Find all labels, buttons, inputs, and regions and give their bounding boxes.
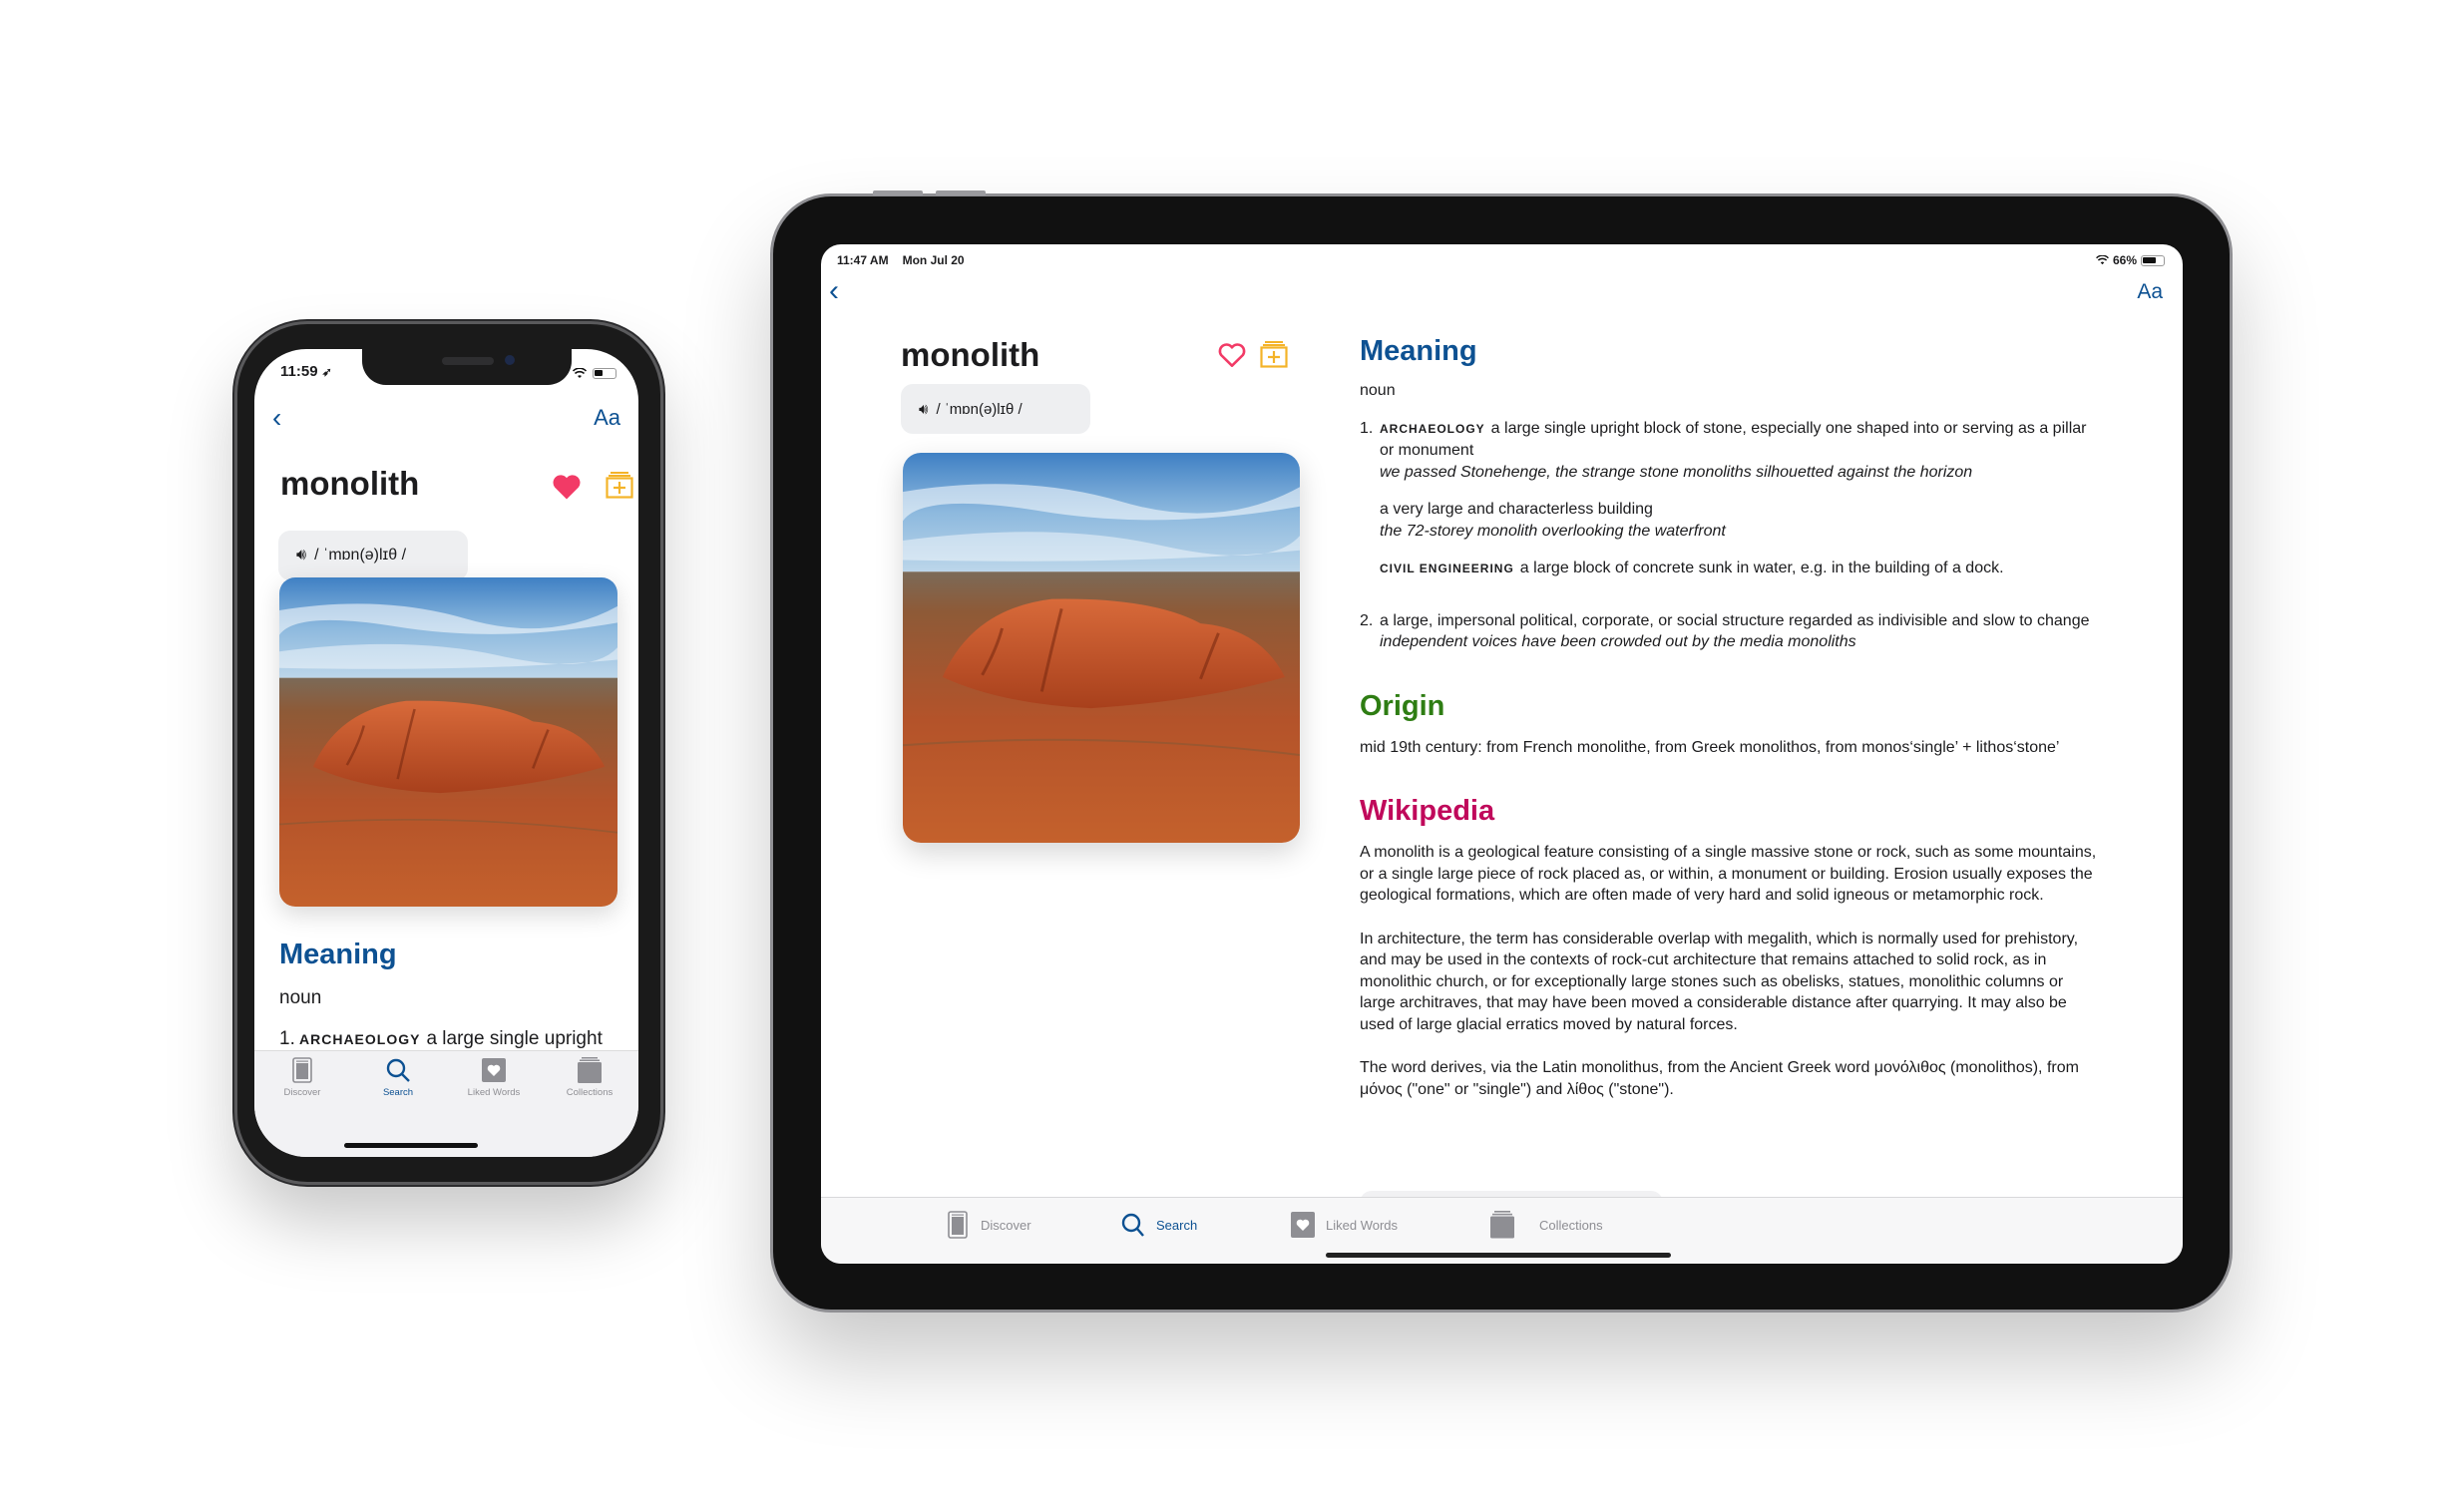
volume-button: [936, 190, 986, 195]
definition-tag: ARCHAEOLOGY: [1380, 421, 1485, 436]
status-bar: 11:47 AM Mon Jul 20 66%: [837, 253, 2165, 267]
meaning-heading: Meaning: [1360, 335, 1477, 367]
wifi-icon: [573, 367, 587, 378]
battery-icon: [2141, 254, 2165, 266]
definition-number: 2.: [1360, 611, 1374, 629]
volume-button: [873, 190, 923, 195]
definition-item: 2. a large, impersonal political, corpor…: [1360, 610, 2098, 653]
word-title: monolith: [901, 336, 1040, 373]
pronunciation-text: / ˈmɒn(ə)lɪθ /: [314, 547, 407, 564]
origin-heading: Origin: [1360, 689, 1445, 722]
ipad-device: 11:47 AM Mon Jul 20 66% ‹ Aa monolith 🔊︎ …: [773, 190, 2230, 1310]
definition-item: 1. ARCHAEOLOGY a large single upright blo…: [1360, 418, 2098, 484]
collections-icon: [578, 1057, 602, 1083]
pronunciation-button[interactable]: 🔊︎ / ˈmɒn(ə)lɪθ /: [901, 384, 1090, 434]
status-time: 11:47 AM: [837, 253, 889, 267]
iphone-device: 11:59 ➶ ✈ ‹ Aa monolith 🔊︎ / ˈmɒn(ə)lɪθ …: [237, 324, 660, 1182]
definition-example: independent voices have been crowded out…: [1380, 633, 1856, 650]
tab-liked-words[interactable]: Liked Words: [1290, 1210, 1398, 1240]
wikipedia-paragraph: In architecture, the term has considerab…: [1360, 930, 2079, 1033]
battery-percent: 66%: [2112, 253, 2137, 267]
pronunciation-text: / ˈmɒn(ə)lɪθ /: [936, 400, 1023, 418]
definition-text: a large, impersonal political, corporate…: [1380, 611, 2090, 629]
heart-outline-icon[interactable]: [1217, 342, 1247, 368]
subsense-item: CIVIL ENGINEERING a large block of concre…: [1360, 558, 2098, 580]
battery-icon: [593, 367, 616, 379]
definition-number: 1.: [279, 1028, 295, 1049]
ipad-screen: 11:47 AM Mon Jul 20 66% ‹ Aa monolith 🔊︎ …: [821, 244, 2183, 1264]
subsense-text: a very large and characterless building: [1380, 501, 1653, 518]
subsense-tag: CIVIL ENGINEERING: [1380, 562, 1514, 575]
definition-number: 1.: [1360, 419, 1374, 437]
speaker-icon: 🔊︎: [296, 547, 307, 564]
speaker-icon: 🔊︎: [919, 400, 929, 418]
tab-liked-words[interactable]: Liked Words: [446, 1057, 542, 1098]
status-date: Mon Jul 20: [902, 253, 965, 267]
tab-bar: Discover Search Liked Words Collections: [254, 1050, 638, 1157]
tab-bar: Discover Search Liked Words Collections: [821, 1197, 2183, 1264]
word-image: [903, 453, 1300, 843]
definition-tag: ARCHAEOLOGY: [299, 1031, 421, 1047]
chevron-left-icon[interactable]: ‹: [272, 403, 281, 433]
pronunciation-button[interactable]: 🔊︎ / ˈmɒn(ə)lɪθ /: [278, 531, 468, 580]
search-icon: [386, 1058, 410, 1082]
subsense-example: the 72-storey monolith overlooking the w…: [1380, 522, 1726, 540]
subsense-text: a large block of concrete sunk in water,…: [1519, 560, 2004, 576]
meaning-heading: Meaning: [279, 939, 397, 970]
chevron-left-icon[interactable]: ‹: [829, 274, 839, 308]
definition-text: a large single upright block of stone, e…: [1380, 419, 2087, 460]
collections-icon: [1490, 1211, 1514, 1239]
wikipedia-section: Wikipedia A monolith is a geological fea…: [1360, 794, 2098, 1100]
tab-discover[interactable]: Discover: [254, 1057, 350, 1098]
home-indicator[interactable]: [1326, 1253, 1671, 1258]
add-to-collection-icon[interactable]: [605, 470, 634, 500]
discover-icon: [292, 1057, 312, 1083]
home-indicator[interactable]: [344, 1143, 478, 1148]
discover-icon: [948, 1211, 968, 1239]
part-of-speech: noun: [1360, 382, 1396, 399]
tab-search[interactable]: Search: [350, 1057, 446, 1098]
iphone-screen: 11:59 ➶ ✈ ‹ Aa monolith 🔊︎ / ˈmɒn(ə)lɪθ …: [254, 349, 638, 1157]
definition-example: we passed Stonehenge, the strange stone …: [1380, 463, 1973, 481]
notch: [362, 349, 572, 385]
heart-filled-icon[interactable]: [552, 473, 582, 501]
origin-text: mid 19th century: from French monolithe,…: [1360, 738, 2060, 756]
entry-content: Meaning noun 1. ARCHAEOLOGY a large singl…: [1360, 334, 2098, 1100]
tab-collections[interactable]: Collections: [542, 1057, 637, 1098]
tab-collections[interactable]: Collections: [1489, 1210, 1603, 1240]
liked-words-icon: [482, 1058, 506, 1082]
origin-section: Origin mid 19th century: from French mon…: [1360, 689, 2098, 759]
wifi-icon: [2096, 255, 2109, 265]
subsense-item: a very large and characterless building …: [1360, 499, 2098, 542]
font-size-button[interactable]: Aa: [594, 405, 620, 431]
liked-words-icon: [1291, 1212, 1315, 1238]
wikipedia-heading: Wikipedia: [1360, 795, 1495, 827]
tab-discover[interactable]: Discover: [945, 1210, 1031, 1240]
part-of-speech: noun: [279, 987, 322, 1008]
wikipedia-paragraph: The word derives, via the Latin monolith…: [1360, 1059, 2079, 1098]
location-arrow-icon: ➶: [321, 365, 332, 379]
wikipedia-paragraph: A monolith is a geological feature consi…: [1360, 844, 2097, 904]
word-title: monolith: [280, 465, 420, 502]
tab-search[interactable]: Search: [1120, 1210, 1197, 1240]
status-time: 11:59 ➶: [280, 363, 332, 380]
word-image: [279, 577, 617, 907]
search-icon: [1121, 1213, 1144, 1237]
font-size-button[interactable]: Aa: [2137, 280, 2163, 304]
nav-bar: ‹ Aa: [272, 403, 620, 433]
add-to-collection-icon[interactable]: [1259, 339, 1289, 369]
